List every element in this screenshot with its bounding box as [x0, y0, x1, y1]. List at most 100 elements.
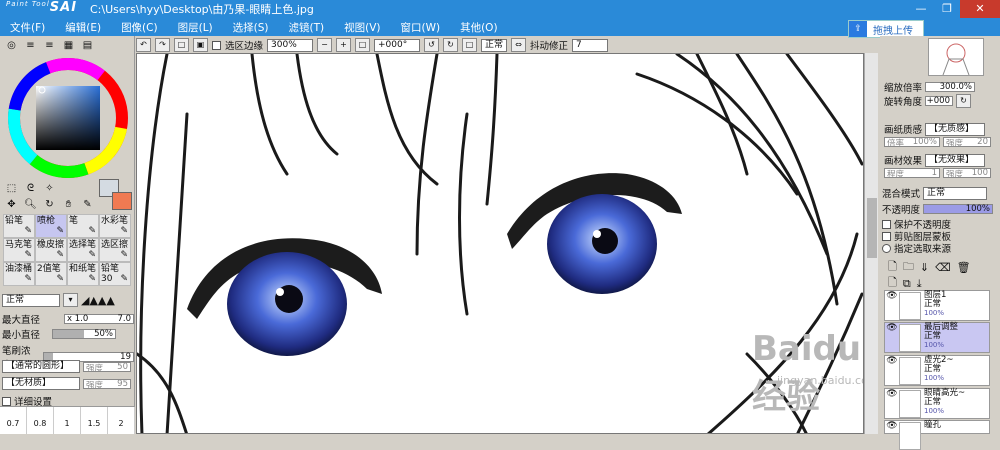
brush-texture-select[interactable]: 【无材质】	[2, 377, 80, 390]
layer-row[interactable]: 👁︎ 最后调整 正常 100%	[884, 322, 990, 353]
brush-preset-5[interactable]: 橡皮擦 ✎	[35, 238, 67, 262]
close-button[interactable]: ✕	[960, 0, 1000, 18]
menu-item-1[interactable]: 编辑(E)	[55, 20, 111, 35]
paper-scale-slider[interactable]: 倍率 100%	[884, 137, 940, 149]
eyedropper-icon[interactable]: ✎	[79, 198, 96, 212]
layer-row[interactable]: 👁︎ 瞳孔	[884, 420, 990, 450]
brush-preset-6[interactable]: 选择笔 ✎	[67, 238, 99, 262]
color-wheel-tab[interactable]: ◎	[3, 39, 20, 53]
visibility-eye-icon[interactable]: 👁︎	[885, 291, 899, 320]
min-size-slider[interactable]: 50%	[52, 329, 117, 339]
texture-strength-slider[interactable]: 强度 95	[83, 378, 131, 391]
minimize-button[interactable]: —	[908, 0, 934, 18]
swatches-tab[interactable]: ▦	[60, 39, 77, 53]
zoom-out-button[interactable]: −	[317, 38, 333, 52]
lasso-icon[interactable]: ᘓ	[22, 182, 39, 196]
size-preset-4[interactable]: 2	[108, 407, 135, 434]
move-icon[interactable]: ✥	[3, 198, 20, 212]
menu-item-4[interactable]: 选择(S)	[223, 20, 279, 35]
brush-preset-11[interactable]: 铅笔30 ✎	[99, 262, 131, 286]
clear-layer-icon[interactable]: ⌫	[935, 261, 951, 274]
visibility-eye-icon[interactable]: 👁︎	[885, 389, 899, 418]
hand-icon[interactable]: ✋︎	[60, 198, 77, 212]
rotate-left-button[interactable]: ↺	[424, 38, 440, 52]
size-preset-0[interactable]: 0.7	[0, 407, 27, 434]
opacity-slider[interactable]: 100%	[923, 204, 994, 214]
maximize-button[interactable]: ❐	[934, 0, 960, 18]
visibility-eye-icon[interactable]: 👁︎	[885, 421, 899, 433]
angle-field[interactable]: +000°	[374, 38, 421, 52]
brush-preset-9[interactable]: 2值笔 ✎	[35, 262, 67, 286]
layer-blend-select[interactable]: 正常	[923, 186, 988, 200]
brush-preset-3[interactable]: 水彩笔 ✎	[99, 214, 131, 238]
transfer-down-icon[interactable]: ⤓	[917, 277, 922, 291]
menu-item-7[interactable]: 窗口(W)	[391, 20, 451, 35]
paper-strength-slider[interactable]: 强度 20	[943, 137, 991, 149]
brush-preset-8[interactable]: 油漆桶 ✎	[3, 262, 35, 286]
brush-shape-select[interactable]: 【通常的圆形】	[2, 360, 80, 373]
size-preset-1[interactable]: 0.8	[27, 407, 54, 434]
rotate-right-button[interactable]: ↻	[443, 38, 459, 52]
effect-strength-slider[interactable]: 强度 100	[943, 168, 991, 180]
navigator-thumbnail[interactable]	[928, 38, 984, 76]
size-preset-3[interactable]: 1.5	[81, 407, 108, 434]
menu-item-8[interactable]: 其他(O)	[450, 20, 507, 35]
copy-layer-icon[interactable]: ⧉	[903, 277, 911, 291]
visibility-eye-icon[interactable]: 👁︎	[885, 356, 899, 385]
layer-row[interactable]: 👁︎ 虚光2~ 正常 100%	[884, 355, 990, 386]
brush-preset-7[interactable]: 选区擦 ✎	[99, 238, 131, 262]
menu-item-0[interactable]: 文件(F)	[0, 20, 55, 35]
blend-dropdown[interactable]: ▾	[63, 293, 78, 307]
stabilizer-field[interactable]: 7	[572, 38, 609, 52]
selection-source-radio[interactable]	[882, 243, 891, 253]
delete-layer-icon[interactable]: 🗑︎	[957, 261, 971, 274]
size-preset-2[interactable]: 1	[54, 407, 81, 434]
view-mode-field[interactable]: 正常	[481, 38, 508, 52]
layer-row[interactable]: 👁︎ 图层1 正常 100%	[884, 290, 990, 321]
protect-opacity-checkbox[interactable]	[882, 219, 891, 229]
redo-button[interactable]: ↷	[155, 38, 170, 52]
brush-blend-mode[interactable]: 正常	[2, 293, 60, 307]
drawing-canvas[interactable]: Baidu经验 jingyan.baidu.com	[136, 53, 864, 434]
brush-preset-10[interactable]: 和纸笔 ✎	[67, 262, 99, 286]
magic-wand-icon[interactable]: ✧	[41, 182, 58, 196]
zoom-in-button[interactable]: +	[336, 38, 352, 52]
select-edge-checkbox[interactable]	[212, 40, 221, 50]
effect-degree-slider[interactable]: 程度 1	[884, 168, 940, 180]
canvas-vertical-scrollbar[interactable]	[864, 53, 878, 434]
detail-checkbox[interactable]	[2, 396, 11, 406]
rect-select-icon[interactable]: ⬚	[3, 182, 20, 196]
menu-item-3[interactable]: 图层(L)	[168, 20, 223, 35]
shape-strength-slider[interactable]: 强度 50	[83, 361, 131, 374]
scratchpad-tab[interactable]: ▤	[79, 39, 96, 53]
brush-preset-4[interactable]: 马克笔 ✎	[3, 238, 35, 262]
brush-preset-1[interactable]: 喷枪 ✎	[35, 214, 67, 238]
zoom-icon[interactable]: 🔍︎	[22, 198, 39, 212]
menu-item-6[interactable]: 视图(V)	[334, 20, 390, 35]
brush-shape-icons[interactable]: ◢▲▲▲	[81, 294, 115, 307]
rgb-slider-tab[interactable]: ≡	[22, 39, 39, 53]
effect-select[interactable]: 【无效果】	[925, 153, 986, 167]
zoom-reset-button[interactable]: □	[355, 38, 371, 52]
hsv-slider-tab[interactable]: ≡	[41, 39, 58, 53]
undo-button[interactable]: ↶	[136, 38, 151, 52]
rotate-icon[interactable]: ↻	[41, 198, 58, 212]
brush-preset-2[interactable]: 笔 ✎	[67, 214, 99, 238]
clip-mask-checkbox[interactable]	[882, 231, 891, 241]
visibility-eye-icon[interactable]: 👁︎	[885, 323, 899, 352]
layer-row[interactable]: 👁︎ 眼睛高光~ 正常 100%	[884, 388, 990, 419]
invert-select-button[interactable]: ▣	[193, 38, 208, 52]
paper-texture-select[interactable]: 【无质感】	[925, 122, 986, 136]
menu-item-2[interactable]: 图像(C)	[111, 20, 168, 35]
deselect-button[interactable]: □	[174, 38, 189, 52]
nav-rotation-field[interactable]: +000	[925, 96, 954, 106]
scrollbar-thumb[interactable]	[867, 198, 877, 258]
menu-item-5[interactable]: 滤镜(T)	[279, 20, 335, 35]
nav-zoom-field[interactable]: 300.0%	[925, 82, 976, 92]
max-size-slider[interactable]: x 1.0 7.0	[64, 314, 134, 324]
color-wheel[interactable]	[6, 56, 130, 180]
brush-preset-0[interactable]: 铅笔 ✎	[3, 214, 35, 238]
flip-button[interactable]: ⇔	[511, 38, 527, 52]
rotate-reset-button[interactable]: □	[462, 38, 478, 52]
secondary-color-swatch[interactable]	[112, 192, 132, 210]
